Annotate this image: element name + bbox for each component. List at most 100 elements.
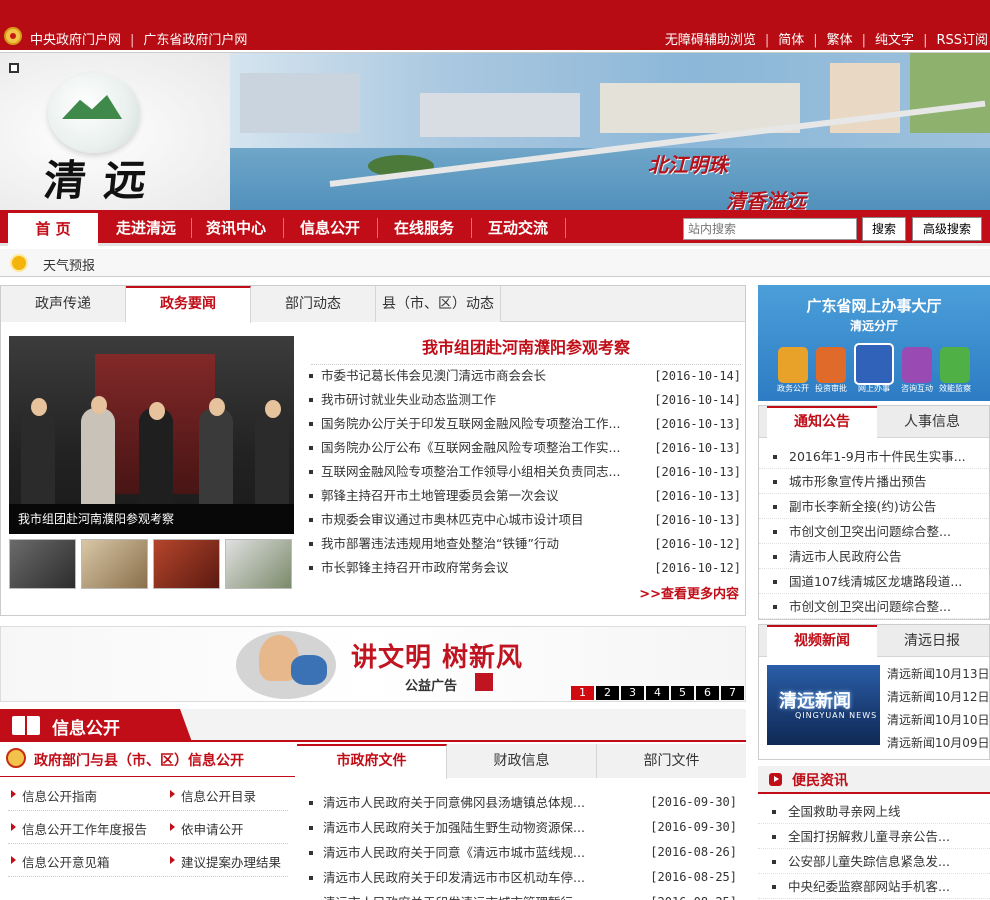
- ad-page-6[interactable]: 6: [696, 686, 719, 700]
- link-annual-report[interactable]: 信息公开工作年度报告: [10, 819, 147, 838]
- investment-approval-icon[interactable]: [816, 347, 846, 383]
- list-item-title[interactable]: 市长郭锋主持召开市政府常务会议: [321, 556, 651, 580]
- list-item[interactable]: 清远市人民政府关于加强陆生野生动物资源保... [2016-09-30]: [307, 815, 737, 840]
- ad-page-2[interactable]: 2: [596, 686, 619, 700]
- list-item[interactable]: 公安部儿童失踪信息紧急发...: [758, 849, 990, 874]
- ad-page-1[interactable]: 1: [571, 686, 594, 700]
- list-item-title[interactable]: 郭锋主持召开市土地管理委员会第一次会议: [321, 484, 651, 508]
- list-item-title[interactable]: 城市形象宣传片播出预告: [789, 469, 984, 494]
- consult-interact-icon[interactable]: [902, 347, 932, 383]
- list-item-title[interactable]: 清远市人民政府关于印发清远市城市管理暂行...: [323, 890, 613, 900]
- list-item-title[interactable]: 清远市人民政府关于同意《清远市城市蓝线规...: [323, 840, 613, 865]
- thumbnail[interactable]: [225, 539, 292, 589]
- link-text-only[interactable]: 纯文字: [875, 33, 914, 48]
- tab-qingyuan-daily[interactable]: 清远日报: [877, 625, 987, 657]
- list-item-title[interactable]: 中央纪委监察部网站手机客...: [788, 874, 983, 899]
- list-item-title[interactable]: 公安部儿童失踪信息紧急发...: [788, 849, 983, 874]
- list-item-title[interactable]: 市创文创卫突出问题综合整...: [789, 594, 984, 619]
- link-guangdong-gov[interactable]: 广东省政府门户网: [143, 33, 247, 48]
- ad-page-3[interactable]: 3: [621, 686, 644, 700]
- list-item-title[interactable]: 副市长李新全接(约)访公告: [789, 494, 984, 519]
- list-item-title[interactable]: 我市研讨就业失业动态监测工作: [321, 388, 651, 412]
- more-news-link[interactable]: >>查看更多内容: [639, 583, 739, 602]
- list-item[interactable]: 国务院办公厅公布《互联网金融风险专项整治工作实... [2016-10-13]: [307, 436, 741, 460]
- list-item[interactable]: 2016年1-9月市十件民生实事...: [759, 444, 989, 469]
- list-item[interactable]: 市委书记葛长伟会见澳门清远市商会会长 [2016-10-14]: [307, 364, 741, 388]
- tab-video-news[interactable]: 视频新闻: [767, 625, 877, 658]
- list-item-title[interactable]: 市规委会审议通过市奥林匹克中心城市设计项目: [321, 508, 651, 532]
- list-item[interactable]: 国道107线清城区龙塘路段道...: [759, 569, 989, 594]
- nav-interaction[interactable]: 互动交流: [476, 210, 560, 246]
- list-item[interactable]: 互联网金融风险专项整治工作领导小组相关负责同志... [2016-10-13]: [307, 460, 741, 484]
- list-item-title[interactable]: 全国打拐解救儿童寻亲公告...: [788, 824, 983, 849]
- list-item-title[interactable]: 清远市人民政府公告: [789, 544, 984, 569]
- link-central-gov[interactable]: 中央政府门户网: [30, 33, 121, 48]
- ad-page-7[interactable]: 7: [721, 686, 744, 700]
- list-item-title[interactable]: 国务院办公厅关于印发互联网金融风险专项整治工作...: [321, 412, 651, 436]
- nav-online-service[interactable]: 在线服务: [382, 210, 466, 246]
- list-item-title[interactable]: 清远市人民政府关于同意佛冈县汤塘镇总体规...: [323, 790, 613, 815]
- nav-about-qingyuan[interactable]: 走进清远: [104, 210, 188, 246]
- gov-affairs-icon[interactable]: [778, 347, 808, 383]
- link-simplified[interactable]: 简体: [778, 33, 804, 48]
- video-item[interactable]: 清远新闻10月09日: [887, 732, 990, 755]
- tab-county-news[interactable]: 县（市、区）动态: [376, 286, 501, 322]
- video-item[interactable]: 清远新闻10月13日: [887, 663, 990, 686]
- list-item[interactable]: 清远市人民政府关于印发清远市市区机动车停... [2016-08-25]: [307, 865, 737, 890]
- tab-department-news[interactable]: 部门动态: [251, 286, 376, 322]
- list-item[interactable]: 市创文创卫突出问题综合整...: [759, 594, 989, 619]
- nav-info-open[interactable]: 信息公开: [288, 210, 372, 246]
- advanced-search-button[interactable]: 高级搜索: [912, 217, 982, 241]
- online-service-hall-banner[interactable]: 广东省网上办事大厅 清远分厅 政务公开 投资审批 网上办事 咨询互动 效能监察: [758, 285, 990, 401]
- link-feedback-box[interactable]: 信息公开意见箱: [11, 852, 110, 871]
- list-item[interactable]: 市创文创卫突出问题综合整...: [759, 519, 989, 544]
- list-item[interactable]: 我市研讨就业失业动态监测工作 [2016-10-14]: [307, 388, 741, 412]
- list-item[interactable]: 城市形象宣传片播出预告: [759, 469, 989, 494]
- link-info-guide[interactable]: 信息公开指南: [10, 786, 97, 805]
- thumbnail[interactable]: [81, 539, 148, 589]
- tab-political-voice[interactable]: 政声传递: [1, 286, 126, 322]
- video-item[interactable]: 清远新闻10月12日: [887, 686, 990, 709]
- video-thumbnail[interactable]: 清远新闻 QINGYUAN NEWS: [767, 665, 880, 745]
- list-item-title[interactable]: 清远市人民政府关于加强陆生野生动物资源保...: [323, 815, 613, 840]
- list-item[interactable]: 清远市人民政府公告: [759, 544, 989, 569]
- list-item[interactable]: 副市长李新全接(约)访公告: [759, 494, 989, 519]
- list-item[interactable]: 清远市人民政府关于同意佛冈县汤塘镇总体规... [2016-09-30]: [307, 790, 737, 815]
- list-item-title[interactable]: 市委书记葛长伟会见澳门清远市商会会长: [321, 364, 651, 388]
- efficiency-supervision-icon[interactable]: [940, 347, 970, 383]
- link-request-disclosure[interactable]: 依申请公开: [170, 819, 244, 838]
- tab-personnel-info[interactable]: 人事信息: [877, 406, 987, 438]
- list-item[interactable]: 全国救助寻亲网上线: [758, 799, 990, 824]
- ad-page-5[interactable]: 5: [671, 686, 694, 700]
- list-item-title[interactable]: 清远市人民政府关于印发清远市市区机动车停...: [323, 865, 613, 890]
- nav-news-center[interactable]: 资讯中心: [194, 210, 278, 246]
- tab-municipal-documents[interactable]: 市政府文件: [297, 744, 447, 779]
- list-item[interactable]: 清远市人民政府关于同意《清远市城市蓝线规... [2016-08-26]: [307, 840, 737, 865]
- tab-department-documents[interactable]: 部门文件: [597, 744, 746, 778]
- tab-government-news[interactable]: 政务要闻: [126, 286, 251, 323]
- list-item-title[interactable]: 国务院办公厅公布《互联网金融风险专项整治工作实...: [321, 436, 651, 460]
- list-item-title[interactable]: 2016年1-9月市十件民生实事...: [789, 444, 984, 469]
- tab-finance-info[interactable]: 财政信息: [447, 744, 597, 778]
- ad-page-4[interactable]: 4: [646, 686, 669, 700]
- list-item[interactable]: 全国打拐解救儿童寻亲公告...: [758, 824, 990, 849]
- list-item[interactable]: 清远市人民政府关于印发清远市城市管理暂行... [2016-08-25]: [307, 890, 737, 900]
- featured-photo[interactable]: 我市组团赴河南濮阳参观考察: [9, 336, 294, 534]
- list-item-title[interactable]: 国道107线清城区龙塘路段道...: [789, 569, 984, 594]
- list-item[interactable]: 我市部署违法违规用地查处整治“铁锤”行动 [2016-10-12]: [307, 532, 741, 556]
- list-item-title[interactable]: 市创文创卫突出问题综合整...: [789, 519, 984, 544]
- thumbnail[interactable]: [153, 539, 220, 589]
- link-rss[interactable]: RSS订阅: [936, 33, 988, 48]
- list-item[interactable]: 市规委会审议通过市奥林匹克中心城市设计项目 [2016-10-13]: [307, 508, 741, 532]
- list-item[interactable]: 市长郭锋主持召开市政府常务会议 [2016-10-12]: [307, 556, 741, 580]
- list-item[interactable]: 中央纪委监察部网站手机客...: [758, 874, 990, 899]
- list-item-title[interactable]: 我市部署违法违规用地查处整治“铁锤”行动: [321, 532, 651, 556]
- link-traditional[interactable]: 繁体: [827, 33, 853, 48]
- search-button[interactable]: 搜索: [862, 217, 906, 241]
- list-item-title[interactable]: 互联网金融风险专项整治工作领导小组相关负责同志...: [321, 460, 651, 484]
- weather-forecast-link[interactable]: 天气预报: [43, 255, 95, 274]
- headline-link[interactable]: 我市组团赴河南濮阳参观考察: [311, 334, 741, 365]
- site-search-input[interactable]: [683, 218, 857, 240]
- online-service-icon[interactable]: [854, 343, 894, 385]
- link-proposal-results[interactable]: 建议提案办理结果: [169, 852, 281, 871]
